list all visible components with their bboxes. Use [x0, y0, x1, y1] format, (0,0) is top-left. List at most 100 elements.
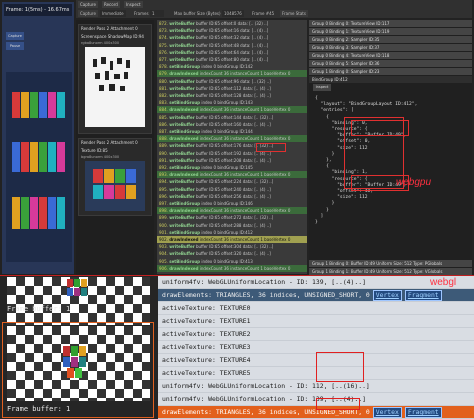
- command-args: buffer ID:65 offset:0 data: [.. (32) ..]: [195, 21, 269, 26]
- command-args: index 0 bindGroup ID:142: [201, 64, 253, 70]
- command-name: writeBuffer: [169, 93, 195, 98]
- command-row[interactable]: 893. drawIndexed indexCount 36 instanceC…: [157, 171, 307, 179]
- command-row[interactable]: 879. drawIndexed indexCount 36 instanceC…: [157, 70, 307, 78]
- command-args: index 0 bindGroup ID:413: [201, 258, 253, 264]
- command-row[interactable]: 906. drawIndexed indexCount 36 instanceC…: [157, 264, 307, 272]
- framebuffer-thumbnail[interactable]: [7, 277, 150, 325]
- command-row[interactable]: 904. writeBuffer buffer ID:65 offset:320…: [157, 250, 307, 257]
- command-args: indexCount 36 instanceCount 1 baseVertex…: [199, 107, 291, 113]
- shadowmap-thumbnail: [85, 47, 145, 127]
- command-number: 887.: [159, 129, 168, 134]
- pause-button[interactable]: Pause: [6, 42, 24, 50]
- command-number: 879.: [159, 71, 168, 77]
- command-number: 878.: [159, 64, 168, 70]
- command-row[interactable]: 885. writeBuffer buffer ID:65 offset:144…: [157, 114, 307, 121]
- command-row[interactable]: 905. setBindGroup index 0 bindGroup ID:4…: [157, 258, 307, 265]
- command-row[interactable]: 875. writeBuffer buffer ID:65 offset:48 …: [157, 42, 307, 49]
- command-row[interactable]: 872. writeBuffer buffer ID:65 offset:0 d…: [157, 20, 307, 27]
- tab-inspect[interactable]: Inspect: [124, 1, 143, 8]
- command-row[interactable]: 896. writeBuffer buffer ID:65 offset:256…: [157, 193, 307, 200]
- command-args: buffer ID:65 offset:272 data: [.. (32) .…: [195, 215, 274, 221]
- command-row[interactable]: 880. writeBuffer buffer ID:65 offset:96 …: [157, 78, 307, 85]
- command-row[interactable]: 895. writeBuffer buffer ID:65 offset:240…: [157, 186, 307, 193]
- command-row[interactable]: 886. writeBuffer buffer ID:65 offset:160…: [157, 121, 307, 128]
- fragment-shader-link[interactable]: Fragment: [404, 407, 442, 418]
- command-row[interactable]: 874. writeBuffer buffer ID:65 offset:32 …: [157, 34, 307, 41]
- binding-row[interactable]: Group 0 Binding 2: Sampler ID:35: [309, 36, 472, 43]
- binding-row[interactable]: Group 0 Binding 1: TextureView ID:119: [309, 28, 472, 35]
- binding-row[interactable]: Group 0 Binding 3: Sampler ID:37: [309, 44, 472, 51]
- command-row[interactable]: 899. writeBuffer buffer ID:65 offset:272…: [157, 214, 307, 221]
- command-args: buffer ID:65 offset:144 data: [.. (32) .…: [195, 114, 274, 120]
- max-buffer-label: Max buffer Size (Bytes): [174, 11, 221, 16]
- command-row[interactable]: 903. writeBuffer buffer ID:65 offset:304…: [157, 243, 307, 250]
- vertex-shader-link[interactable]: Vertex: [372, 290, 402, 301]
- command-row[interactable]: 900. writeBuffer buffer ID:65 offset:288…: [157, 222, 307, 229]
- framebuffer-render: [63, 346, 86, 378]
- tab-record[interactable]: Record: [102, 1, 120, 8]
- command-row[interactable]: 878. setBindGroup index 0 bindGroup ID:1…: [157, 63, 307, 70]
- command-args: buffer ID:65 offset:48 data: [.. (4) ..]: [195, 42, 269, 48]
- fragment-shader-link[interactable]: Fragment: [404, 290, 442, 301]
- binding-row[interactable]: Group 0 Binding 5: Sampler ID:36: [309, 60, 472, 67]
- binding-row[interactable]: Group 0 Binding 4: TextureView ID:118: [309, 52, 472, 59]
- command-row[interactable]: 897. setBindGroup index 0 bindGroup ID:1…: [157, 200, 307, 207]
- command-name: drawIndexed: [169, 265, 199, 271]
- attachment-card[interactable]: Render Pass 2 Attachment 0 Texture ID:85…: [78, 138, 152, 216]
- binding-row[interactable]: Group 1 Binding 0: Sampler ID:23: [309, 68, 472, 75]
- max-buffer-input[interactable]: 1048576: [222, 10, 244, 17]
- command-row[interactable]: 876. writeBuffer buffer ID:65 offset:64 …: [157, 49, 307, 56]
- command-row[interactable]: 891. writeBuffer buffer ID:65 offset:208…: [157, 157, 307, 164]
- command-name: drawIndexed: [169, 71, 199, 77]
- command-number: 903.: [159, 244, 168, 250]
- command-row[interactable]: 873. writeBuffer buffer ID:65 offset:16 …: [157, 27, 307, 34]
- command-row[interactable]: 883. setBindGroup index 0 bindGroup ID:1…: [157, 99, 307, 106]
- webgl-row[interactable]: uniform4fv: WebGLUniformLocation - ID: 1…: [158, 276, 474, 289]
- command-row[interactable]: 882. writeBuffer buffer ID:65 offset:128…: [157, 92, 307, 99]
- vertex-shader-link[interactable]: Vertex: [372, 407, 402, 418]
- command-number: 900.: [159, 222, 168, 228]
- framebuffer-thumbnail[interactable]: [7, 326, 150, 401]
- command-row[interactable]: 898. drawIndexed indexCount 36 instanceC…: [157, 207, 307, 215]
- uniform-highlight: [316, 398, 360, 410]
- command-row[interactable]: 887. setBindGroup index 0 bindGroup ID:1…: [157, 128, 307, 135]
- command-args: indexCount 36 instanceCount 1 baseVertex…: [199, 208, 291, 214]
- binding-row[interactable]: Group 1 Binding 0: Buffer ID:49 Uniform …: [309, 260, 472, 267]
- inspect-button[interactable]: Inspect: [313, 84, 331, 91]
- webgl-row[interactable]: activeTexture: TEXTURE1: [158, 315, 474, 328]
- webgl-row[interactable]: activeTexture: TEXTURE2: [158, 328, 474, 341]
- command-number: 880.: [159, 78, 168, 84]
- command-row[interactable]: 884. drawIndexed indexCount 36 instanceC…: [157, 106, 307, 114]
- command-name: writeBuffer: [169, 78, 195, 84]
- command-row[interactable]: 894. writeBuffer buffer ID:65 offset:224…: [157, 178, 307, 185]
- command-row-selected[interactable]: 902. drawIndexed indexCount 36 instanceC…: [157, 236, 307, 243]
- command-number: 894.: [159, 179, 168, 185]
- command-number: 886.: [159, 121, 168, 127]
- frames-input[interactable]: 1: [150, 10, 164, 17]
- command-name: setBindGroup: [169, 201, 201, 206]
- command-number: 888.: [159, 136, 168, 142]
- bindgroup-header[interactable]: BindGroup ID:412: [309, 76, 472, 83]
- command-args: buffer ID:65 offset:288 data: [.. (4) ..…: [195, 222, 271, 228]
- command-row[interactable]: 888. drawIndexed indexCount 36 instanceC…: [157, 135, 307, 143]
- command-args: buffer ID:65 offset:112 data: [.. (4) ..…: [195, 85, 271, 91]
- attachment-card[interactable]: Render Pass 2 Attachment 0 Screenspace S…: [78, 24, 152, 134]
- command-number: 890.: [159, 150, 168, 156]
- command-row[interactable]: 877. writeBuffer buffer ID:65 offset:80 …: [157, 56, 307, 63]
- command-number: 893.: [159, 172, 168, 178]
- capture-mode-button[interactable]: Capture: [78, 10, 98, 17]
- capture-mode-select[interactable]: Immediate: [100, 10, 126, 17]
- frame-stats-button[interactable]: Frame Stats: [280, 10, 308, 17]
- inspector-toolbar: Capture Record Inspect Capture Immediate…: [76, 0, 472, 18]
- capture-button[interactable]: Capture: [6, 32, 24, 40]
- binding-row[interactable]: Group 0 Binding 0: TextureView ID:117: [309, 20, 472, 27]
- webgl-row[interactable]: drawElements: TRIANGLES, 36 indices, UNS…: [158, 289, 474, 302]
- webgl-row[interactable]: activeTexture: TEXTURE0: [158, 302, 474, 315]
- webgl-label: webgl: [430, 277, 457, 288]
- binding-row[interactable]: Group 1 Binding 1: Buffer ID:49 Uniform …: [309, 268, 472, 275]
- command-row[interactable]: 881. writeBuffer buffer ID:65 offset:112…: [157, 85, 307, 92]
- command-row[interactable]: 901. setBindGroup index 0 bindGroup ID:4…: [157, 229, 307, 236]
- tab-capture[interactable]: Capture: [78, 1, 98, 8]
- command-row[interactable]: 892. setBindGroup index 0 bindGroup ID:1…: [157, 164, 307, 171]
- command-number: 876.: [159, 49, 168, 55]
